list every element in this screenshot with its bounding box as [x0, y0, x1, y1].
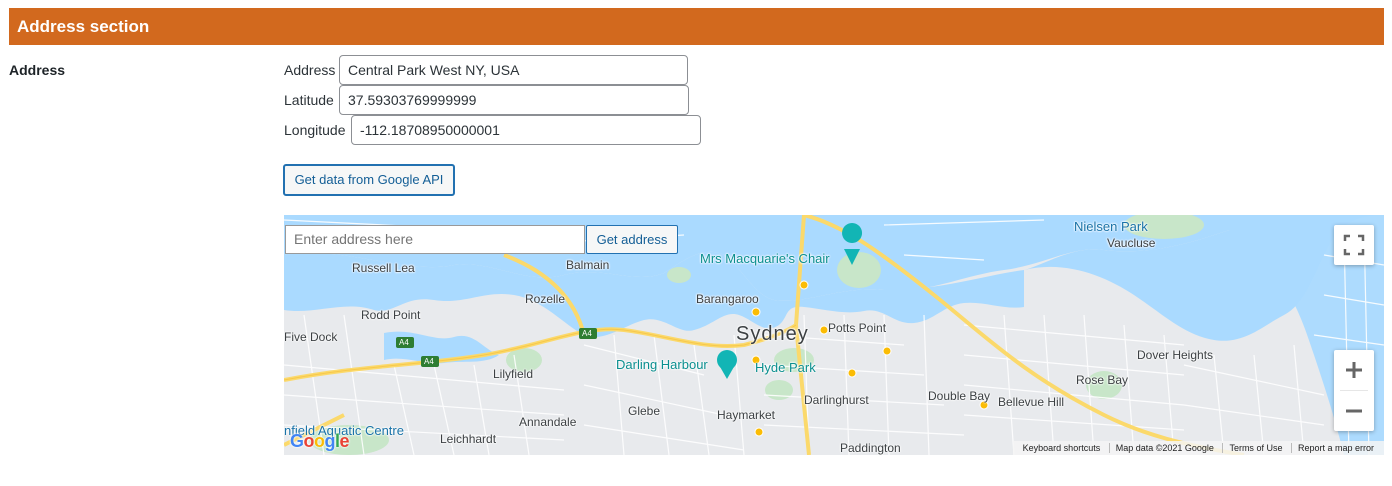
keyboard-shortcuts-link[interactable]: Keyboard shortcuts — [1017, 443, 1107, 453]
map-label-rodd-point: Rodd Point — [361, 308, 421, 322]
map-label-bellevue-hill: Bellevue Hill — [998, 395, 1065, 409]
map-label-rose-bay: Rose Bay — [1076, 373, 1129, 387]
map-label-russell-lea: Russell Lea — [352, 261, 415, 275]
map-label-five-dock: Five Dock — [284, 330, 338, 344]
map-data-attribution: Map data ©2021 Google — [1108, 443, 1220, 453]
map-label-haymarket: Haymarket — [717, 408, 776, 422]
map-label-rozelle: Rozelle — [525, 292, 566, 306]
map-label-darlinghurst: Darlinghurst — [804, 393, 869, 407]
address-input[interactable]: Central Park West NY, USA — [339, 55, 688, 85]
field-label-address: Address — [9, 62, 66, 78]
longitude-input[interactable]: -112.18708950000001 — [351, 115, 701, 145]
map-label-barangaroo: Barangaroo — [696, 292, 759, 306]
map-label-a4-1: A4 — [399, 338, 409, 347]
plus-icon — [1346, 362, 1362, 378]
longitude-label: Longitude — [284, 122, 346, 138]
latitude-input[interactable]: 37.59303769999999 — [339, 85, 689, 115]
map-label-potts-point: Potts Point — [828, 321, 887, 335]
section-title: Address section — [17, 17, 150, 36]
map-label-paddington: Paddington — [840, 441, 901, 455]
get-address-button[interactable]: Get address — [586, 225, 678, 254]
map-label-mrs-macquaries-chair: Mrs Macquarie's Chair — [700, 251, 830, 266]
map-label-annandale: Annandale — [519, 415, 577, 429]
map-address-search-input[interactable]: Enter address here — [285, 225, 585, 254]
section-header: Address section — [9, 8, 1384, 45]
map-label-sydney: Sydney — [736, 323, 809, 345]
fullscreen-button[interactable] — [1334, 225, 1374, 265]
map-label-nielsen-park: Nielsen Park — [1074, 219, 1148, 234]
map[interactable]: Sydney Balmain Russell Lea Rozelle Rodd … — [284, 215, 1384, 455]
zoom-control — [1334, 350, 1374, 431]
map-label-lilyfield: Lilyfield — [493, 367, 534, 381]
map-label-a4-3: A4 — [582, 329, 592, 338]
map-label-leichhardt: Leichhardt — [440, 432, 497, 446]
map-label-dover-heights: Dover Heights — [1137, 348, 1214, 362]
google-logo[interactable]: Google — [290, 431, 350, 452]
map-label-balmain: Balmain — [566, 258, 610, 272]
zoom-in-button[interactable] — [1334, 350, 1374, 390]
address-label: Address — [284, 62, 336, 78]
get-data-google-api-button[interactable]: Get data from Google API — [283, 164, 455, 196]
minus-icon — [1346, 409, 1362, 413]
terms-of-use-link[interactable]: Terms of Use — [1222, 443, 1289, 453]
map-label-vaucluse: Vaucluse — [1107, 236, 1156, 250]
fullscreen-icon — [1343, 234, 1365, 256]
report-map-error-link[interactable]: Report a map error — [1290, 443, 1380, 453]
map-label-hyde-park: Hyde Park — [755, 360, 816, 375]
map-footer: Keyboard shortcuts Map data ©2021 Google… — [1012, 441, 1384, 455]
map-label-glebe: Glebe — [628, 404, 661, 418]
map-label-darling-harbour: Darling Harbour — [616, 357, 708, 372]
map-label-a4-2: A4 — [424, 357, 434, 366]
zoom-out-button[interactable] — [1334, 391, 1374, 431]
latitude-label: Latitude — [284, 92, 334, 108]
map-label-double-bay: Double Bay — [928, 389, 991, 403]
